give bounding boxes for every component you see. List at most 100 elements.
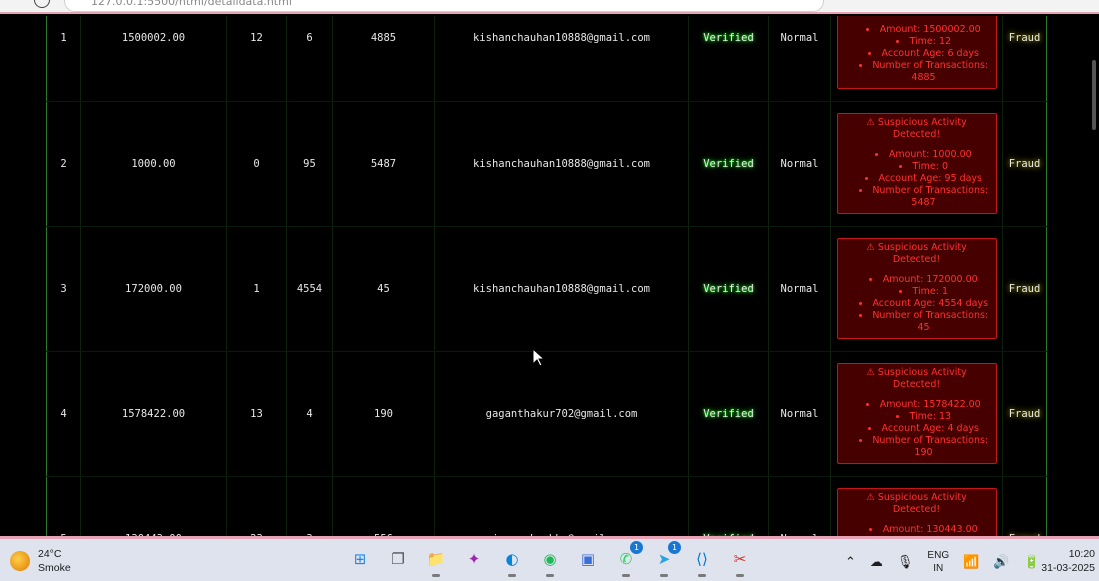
- table-row: 5130443.00233556jenarakeshku@gmail.comVe…: [46, 476, 1047, 536]
- table-row: 4 1578422.00 13 4 190 gaganthakur702@gmail.co…: [46, 351, 1047, 477]
- page-scrollbar[interactable]: [1089, 16, 1099, 536]
- row-id-cell: 3: [46, 226, 81, 352]
- alert-cell: ⚠ Suspicious Activity Detected! Amount: 1…: [830, 476, 1003, 536]
- running-indicator: [736, 574, 744, 577]
- copilot-icon: ✦: [467, 550, 481, 568]
- alert-item: Amount: 1578422.00: [856, 399, 992, 411]
- amount-cell: 1578422.00: [80, 351, 227, 477]
- status-cell: Normal: [768, 226, 831, 352]
- wifi-icon[interactable]: 📶: [963, 555, 979, 570]
- spotify-taskbar-button[interactable]: ◉: [536, 545, 564, 577]
- transactions-cell: 190: [332, 351, 435, 477]
- status-cell: Normal: [768, 351, 831, 477]
- alert-item: Account Age: 95 days: [856, 173, 992, 185]
- time-cell: 12: [226, 16, 287, 102]
- result-cell: Fraud: [1002, 351, 1047, 477]
- account-age-cell: 95: [286, 101, 333, 227]
- address-bar[interactable]: 127.0.0.1:5500/html/detaildata.html: [64, 0, 824, 12]
- email-cell: jenarakeshku@gmail.com: [434, 476, 689, 536]
- clock-date: 31-03-2025: [1041, 562, 1095, 574]
- weather-desc: Smoke: [38, 562, 71, 574]
- email-cell: kishanchauhan10888@gmail.com: [434, 101, 689, 227]
- row-id-cell: 5: [46, 476, 81, 536]
- scrollbar-thumb[interactable]: [1092, 60, 1096, 130]
- alert-item: Account Age: 4554 days: [856, 298, 992, 310]
- status-cell: Normal: [768, 101, 831, 227]
- status-cell: Normal: [768, 476, 831, 536]
- result-cell: Fraud: [1002, 101, 1047, 227]
- transactions-cell: 4885: [332, 16, 435, 102]
- clock-time: 10:20: [1068, 548, 1095, 560]
- notification-badge: 1: [630, 541, 643, 554]
- verification-cell: Verified: [688, 16, 769, 102]
- alert-item: Number of Transactions: 4885: [856, 60, 992, 84]
- suspicious-activity-alert: ⚠ Suspicious Activity Detected! Amount: 1…: [836, 488, 997, 536]
- row-id-cell: 2: [46, 101, 81, 227]
- edge-taskbar-button[interactable]: ◐: [498, 545, 526, 577]
- store-taskbar-button[interactable]: ▣: [574, 545, 602, 573]
- page-viewport: 1 1500002.00 12 6 4885 kishanchauhan10888@gma…: [0, 16, 1099, 536]
- verification-cell: Verified: [688, 351, 769, 477]
- time-cell: 1: [226, 226, 287, 352]
- transactions-cell: 5487: [332, 101, 435, 227]
- alert-cell: ⚠ Suspicious Activity Detected! Amount: 1…: [830, 101, 1003, 227]
- alert-list: Amount: 1000.00Time: 0Account Age: 95 da…: [842, 149, 992, 209]
- telegram-taskbar-button[interactable]: ➤ 1: [650, 541, 681, 577]
- alert-title: ⚠ Suspicious Activity Detected!: [866, 242, 967, 265]
- transactions-table: 1 1500002.00 12 6 4885 kishanchauhan10888@gma…: [46, 16, 1047, 536]
- table-row: 2 1000.00 0 95 5487 kishanchauhan10888@gmail.…: [46, 101, 1047, 227]
- whatsapp-taskbar-button[interactable]: ✆ 1: [612, 541, 643, 577]
- browser-toolbar: 127.0.0.1:5500/html/detaildata.html: [0, 0, 1099, 14]
- task-view-taskbar-button[interactable]: ❐: [384, 545, 412, 573]
- vscode-taskbar-button[interactable]: ⟨⟩: [688, 545, 716, 577]
- time-cell: 13: [226, 351, 287, 477]
- alert-item: Account Age: 6 days: [856, 48, 992, 60]
- weather-widget[interactable]: 24°C Smoke: [10, 547, 71, 575]
- alert-title: ⚠ Suspicious Activity Detected!: [866, 492, 967, 515]
- chevron-up-icon[interactable]: ⌃: [845, 555, 856, 570]
- account-age-cell: 4554: [286, 226, 333, 352]
- table-row: 3 172000.00 1 4554 45 kishanchauhan10888@gmai…: [46, 226, 1047, 352]
- status-cell: Normal: [768, 16, 831, 102]
- battery-icon[interactable]: 🔋: [1023, 555, 1039, 570]
- snip-icon: ✂: [733, 550, 747, 568]
- system-tray: ⌃ ☁ 🎙 ENG IN 📶 🔊 🔋: [845, 549, 1040, 575]
- alert-item: Number of Transactions: 5487: [856, 185, 992, 209]
- email-cell: kishanchauhan10888@gmail.com: [434, 16, 689, 102]
- amount-cell: 1000.00: [80, 101, 227, 227]
- store-icon: ▣: [580, 550, 596, 568]
- verification-cell: Verified: [688, 476, 769, 536]
- result-cell: Fraud: [1002, 226, 1047, 352]
- transactions-cell: 45: [332, 226, 435, 352]
- snipping-tool-taskbar-button[interactable]: ✂: [726, 545, 754, 577]
- alert-list: Amount: 1500002.00Time: 12Account Age: 6…: [842, 24, 992, 84]
- weather-temp: 24°C: [38, 548, 62, 560]
- windows-icon: ⊞: [353, 550, 367, 568]
- weather-icon: [10, 551, 30, 571]
- microphone-icon[interactable]: 🎙: [897, 555, 914, 570]
- reload-icon[interactable]: [34, 0, 50, 8]
- start-taskbar-button[interactable]: ⊞: [346, 545, 374, 573]
- alert-list: Amount: 130443.00Time: 23Account Age: 3 …: [842, 524, 992, 536]
- whatsapp-icon: ✆: [619, 550, 633, 568]
- volume-icon[interactable]: 🔊: [993, 555, 1009, 570]
- account-age-cell: 6: [286, 16, 333, 102]
- task-view-icon: ❐: [391, 550, 405, 568]
- copilot-taskbar-button[interactable]: ✦: [460, 545, 488, 573]
- result-cell: Fraud: [1002, 476, 1047, 536]
- cloud-icon[interactable]: ☁: [870, 555, 883, 570]
- time-cell: 23: [226, 476, 287, 536]
- clock[interactable]: 10:20 31-03-2025: [1041, 547, 1095, 575]
- file-explorer-taskbar-button[interactable]: 📁: [422, 545, 450, 577]
- alert-cell: ⚠ Suspicious Activity Detected! Amount: 1…: [830, 351, 1003, 477]
- alert-item: Amount: 172000.00: [856, 274, 992, 286]
- alert-item: Time: 0: [856, 161, 992, 173]
- running-indicator: [508, 574, 516, 577]
- language-indicator[interactable]: ENG IN: [927, 549, 949, 575]
- taskbar-apps: ⊞ ❐ 📁 ✦ ◐ ◉ ▣ ✆ 1 ➤ 1 ⟨⟩ ✂: [346, 541, 754, 577]
- alert-item: Number of Transactions: 190: [856, 435, 992, 459]
- running-indicator: [546, 574, 554, 577]
- running-indicator: [698, 574, 706, 577]
- verification-cell: Verified: [688, 226, 769, 352]
- suspicious-activity-alert: ⚠ Suspicious Activity Detected! Amount: 1…: [836, 113, 997, 214]
